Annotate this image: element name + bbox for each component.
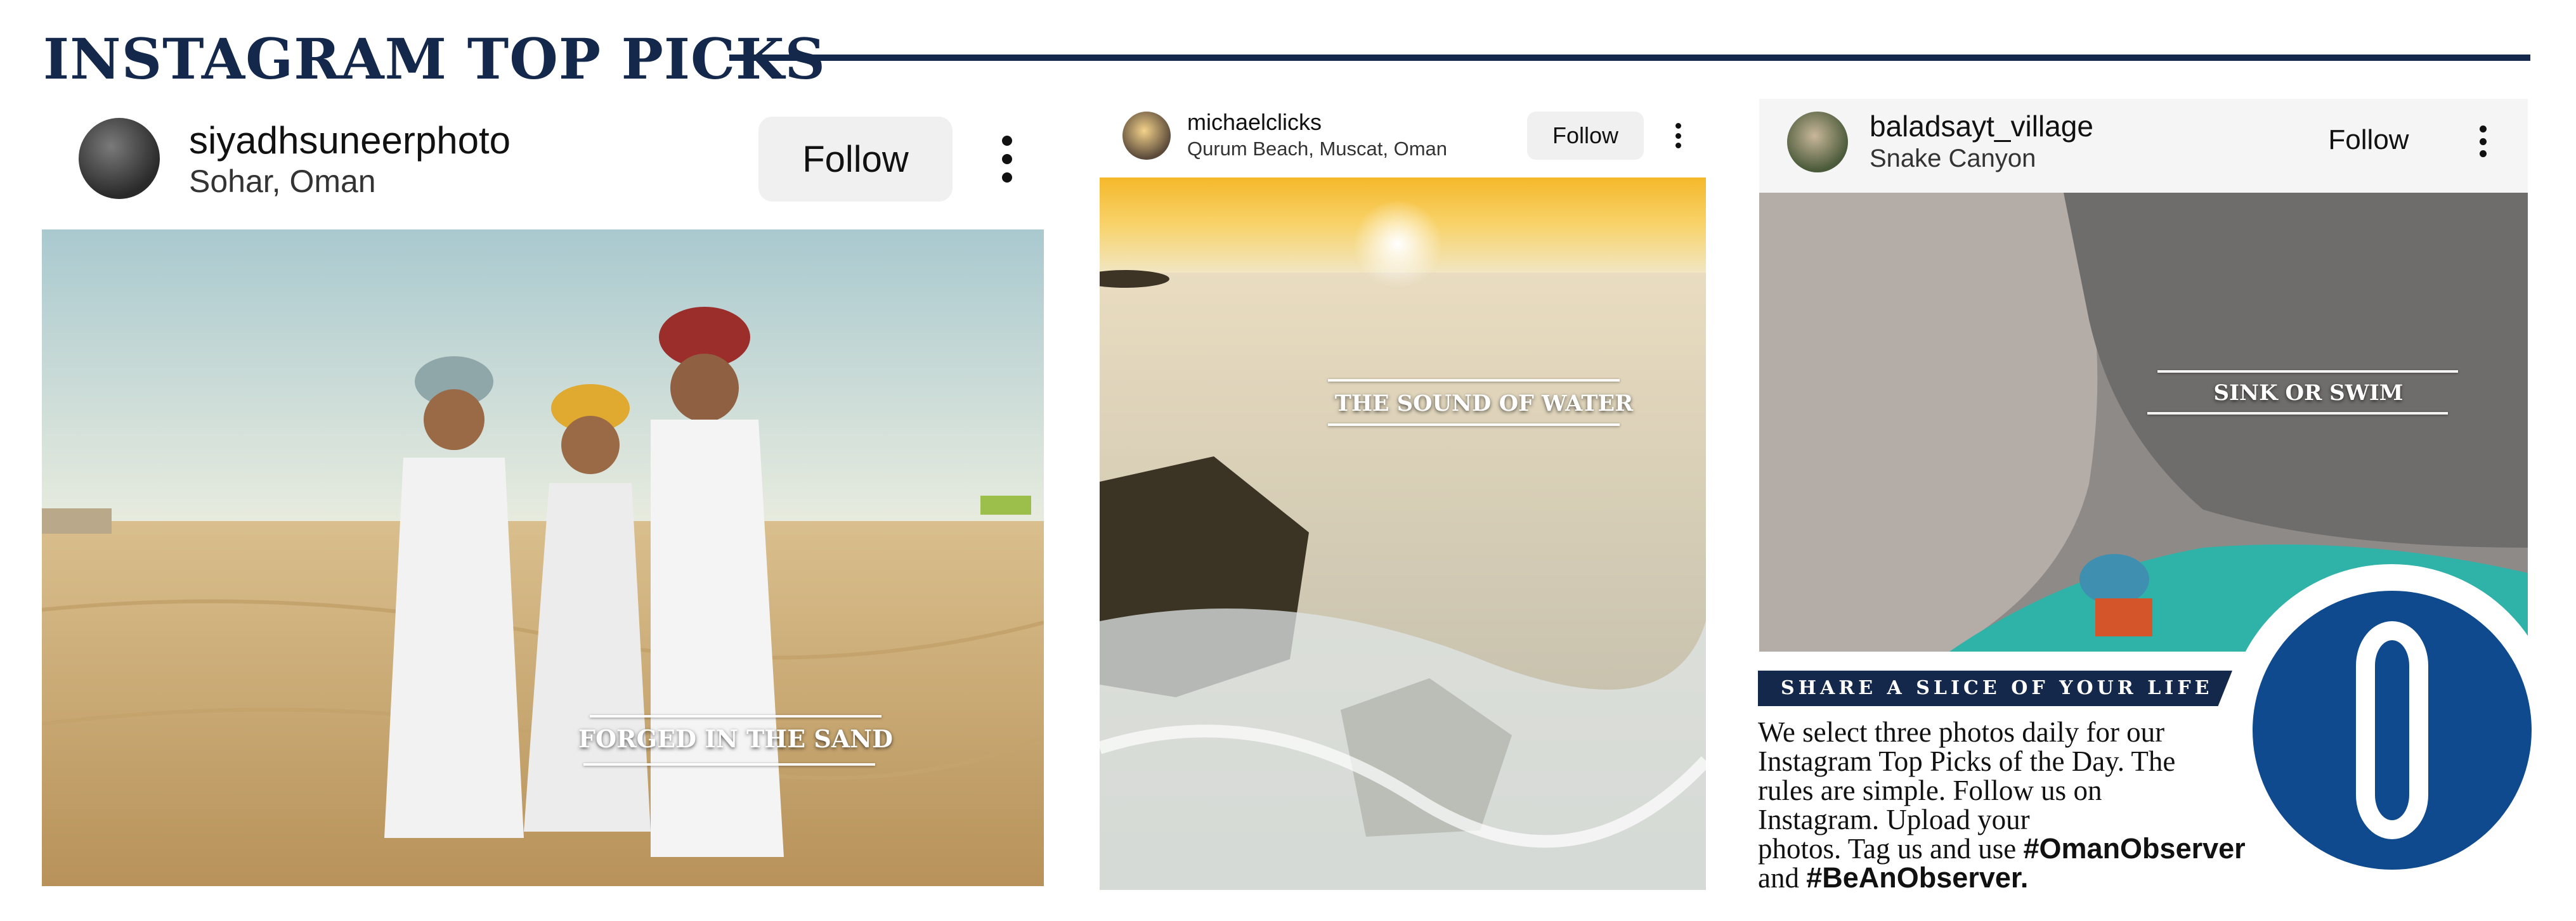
post-username[interactable]: michaelclicks	[1187, 109, 1322, 136]
share-description: We select three photos daily for our Ins…	[1758, 718, 2265, 892]
post-photo	[42, 229, 1044, 886]
caption-rule	[583, 763, 875, 766]
share-line-text: photos. Tag us and use	[1758, 833, 2017, 865]
post-caption: THE SOUND OF WATER	[1334, 390, 1634, 416]
heading-rule	[729, 55, 2530, 61]
post-photo	[1100, 177, 1706, 890]
follow-button[interactable]: Follow	[2308, 118, 2429, 162]
caption-rule	[2157, 370, 2458, 373]
avatar[interactable]	[1787, 112, 1848, 172]
share-line: photos. Tag us and use #OmanObserver	[1758, 832, 2265, 865]
post-caption: SINK OR SWIM	[2213, 380, 2404, 406]
share-line: rules are simple. Follow us on	[1758, 775, 2102, 806]
post-username[interactable]: baladsayt_village	[1870, 109, 2093, 143]
more-vertical-icon[interactable]	[2478, 126, 2487, 157]
post-location[interactable]: Qurum Beach, Muscat, Oman	[1187, 137, 1447, 161]
caption-rule	[1328, 423, 1620, 426]
hashtag-be-an-observer: #BeAnObserver.	[1806, 861, 2029, 894]
share-banner: SHARE A SLICE OF YOUR LIFE	[1758, 671, 2232, 706]
post-username[interactable]: siyadhsuneerphoto	[189, 118, 511, 164]
follow-button[interactable]: Follow	[1527, 112, 1644, 160]
caption-rule	[2147, 412, 2448, 415]
hashtag-oman-observer: #OmanObserver	[2023, 832, 2246, 865]
avatar[interactable]	[1122, 112, 1171, 160]
caption-rule	[590, 715, 881, 718]
share-line: and #BeAnObserver.	[1758, 861, 2265, 894]
more-vertical-icon[interactable]	[1001, 136, 1013, 183]
share-line: Instagram. Upload your	[1758, 804, 2030, 835]
post-location[interactable]: Sohar, Oman	[189, 162, 376, 200]
share-connector: and	[1758, 862, 1799, 894]
share-line: Instagram Top Picks of the Day. The	[1758, 745, 2176, 777]
page-title: INSTAGRAM TOP PICKS	[43, 26, 826, 92]
share-line: We select three photos daily for our	[1758, 716, 2165, 748]
more-vertical-icon[interactable]	[1674, 123, 1682, 148]
follow-button[interactable]: Follow	[758, 117, 953, 202]
post-location[interactable]: Snake Canyon	[1870, 143, 2036, 174]
avatar[interactable]	[79, 118, 160, 199]
caption-rule	[1328, 379, 1620, 382]
post-caption: FORGED IN THE SAND	[578, 725, 893, 753]
logo-letter-o	[2356, 621, 2428, 839]
